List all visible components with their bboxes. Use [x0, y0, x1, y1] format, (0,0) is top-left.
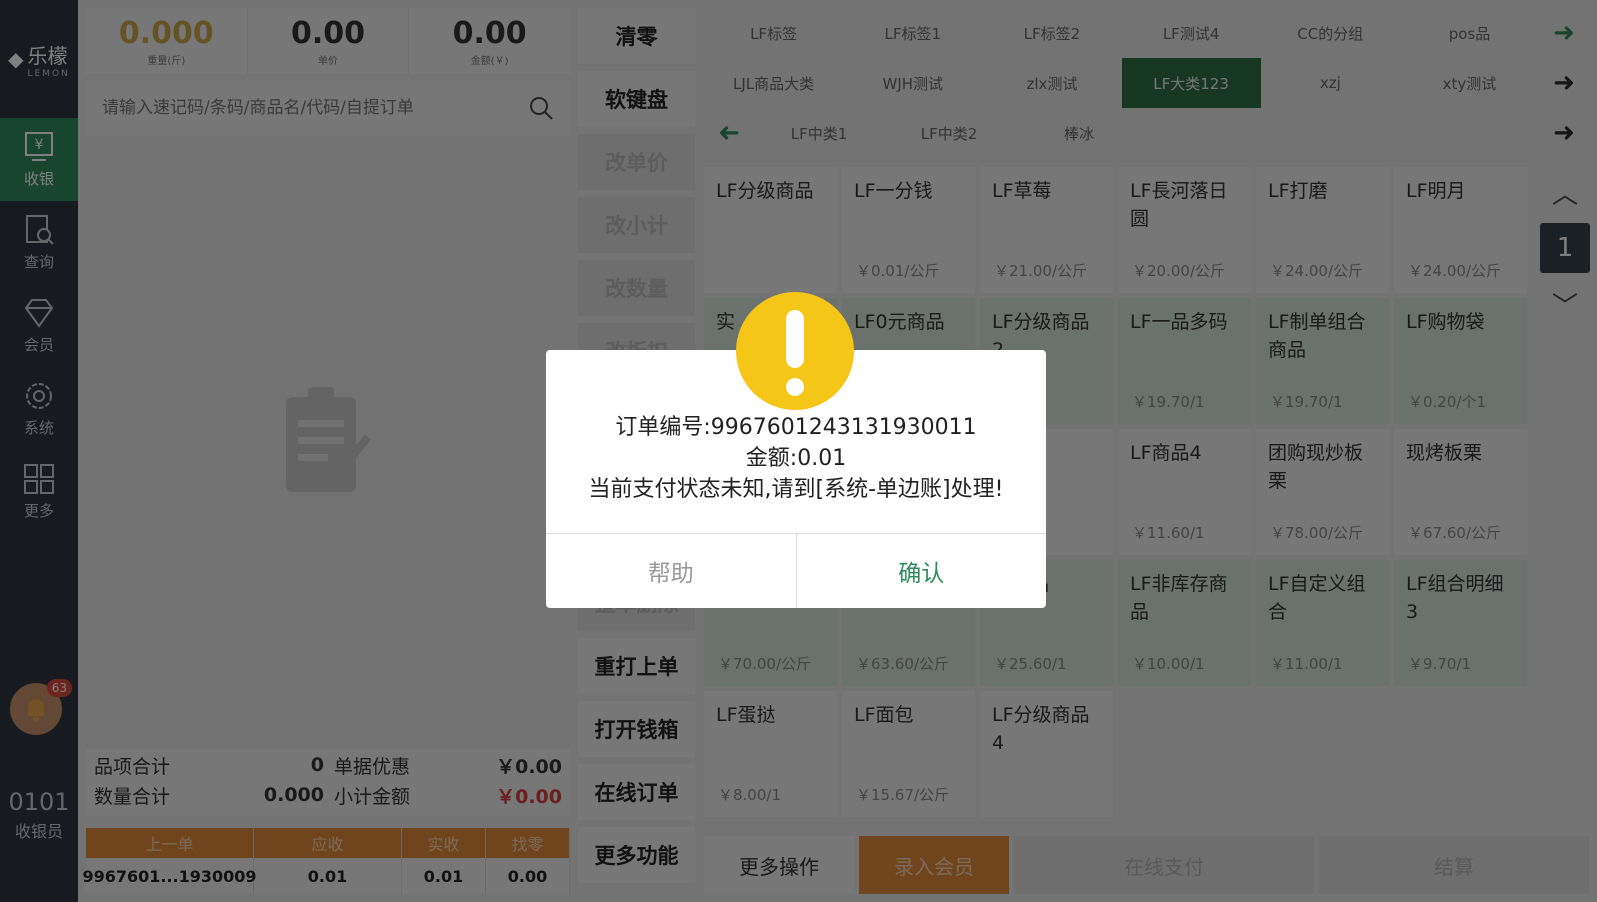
help-button[interactable]: 帮助: [546, 534, 797, 608]
status-line: 当前支付状态未知,请到[系统-单边账]处理!: [588, 477, 1004, 502]
order-number-line: 订单编号:996760124313193001​1: [615, 415, 977, 440]
amount-line: 金额:0.01: [745, 446, 847, 471]
confirm-button[interactable]: 确认: [797, 534, 1047, 608]
dialog-message: 订单编号:996760124313193001​1 金额:0.01 当前支付状态…: [546, 412, 1046, 505]
warning-icon: [736, 292, 854, 410]
